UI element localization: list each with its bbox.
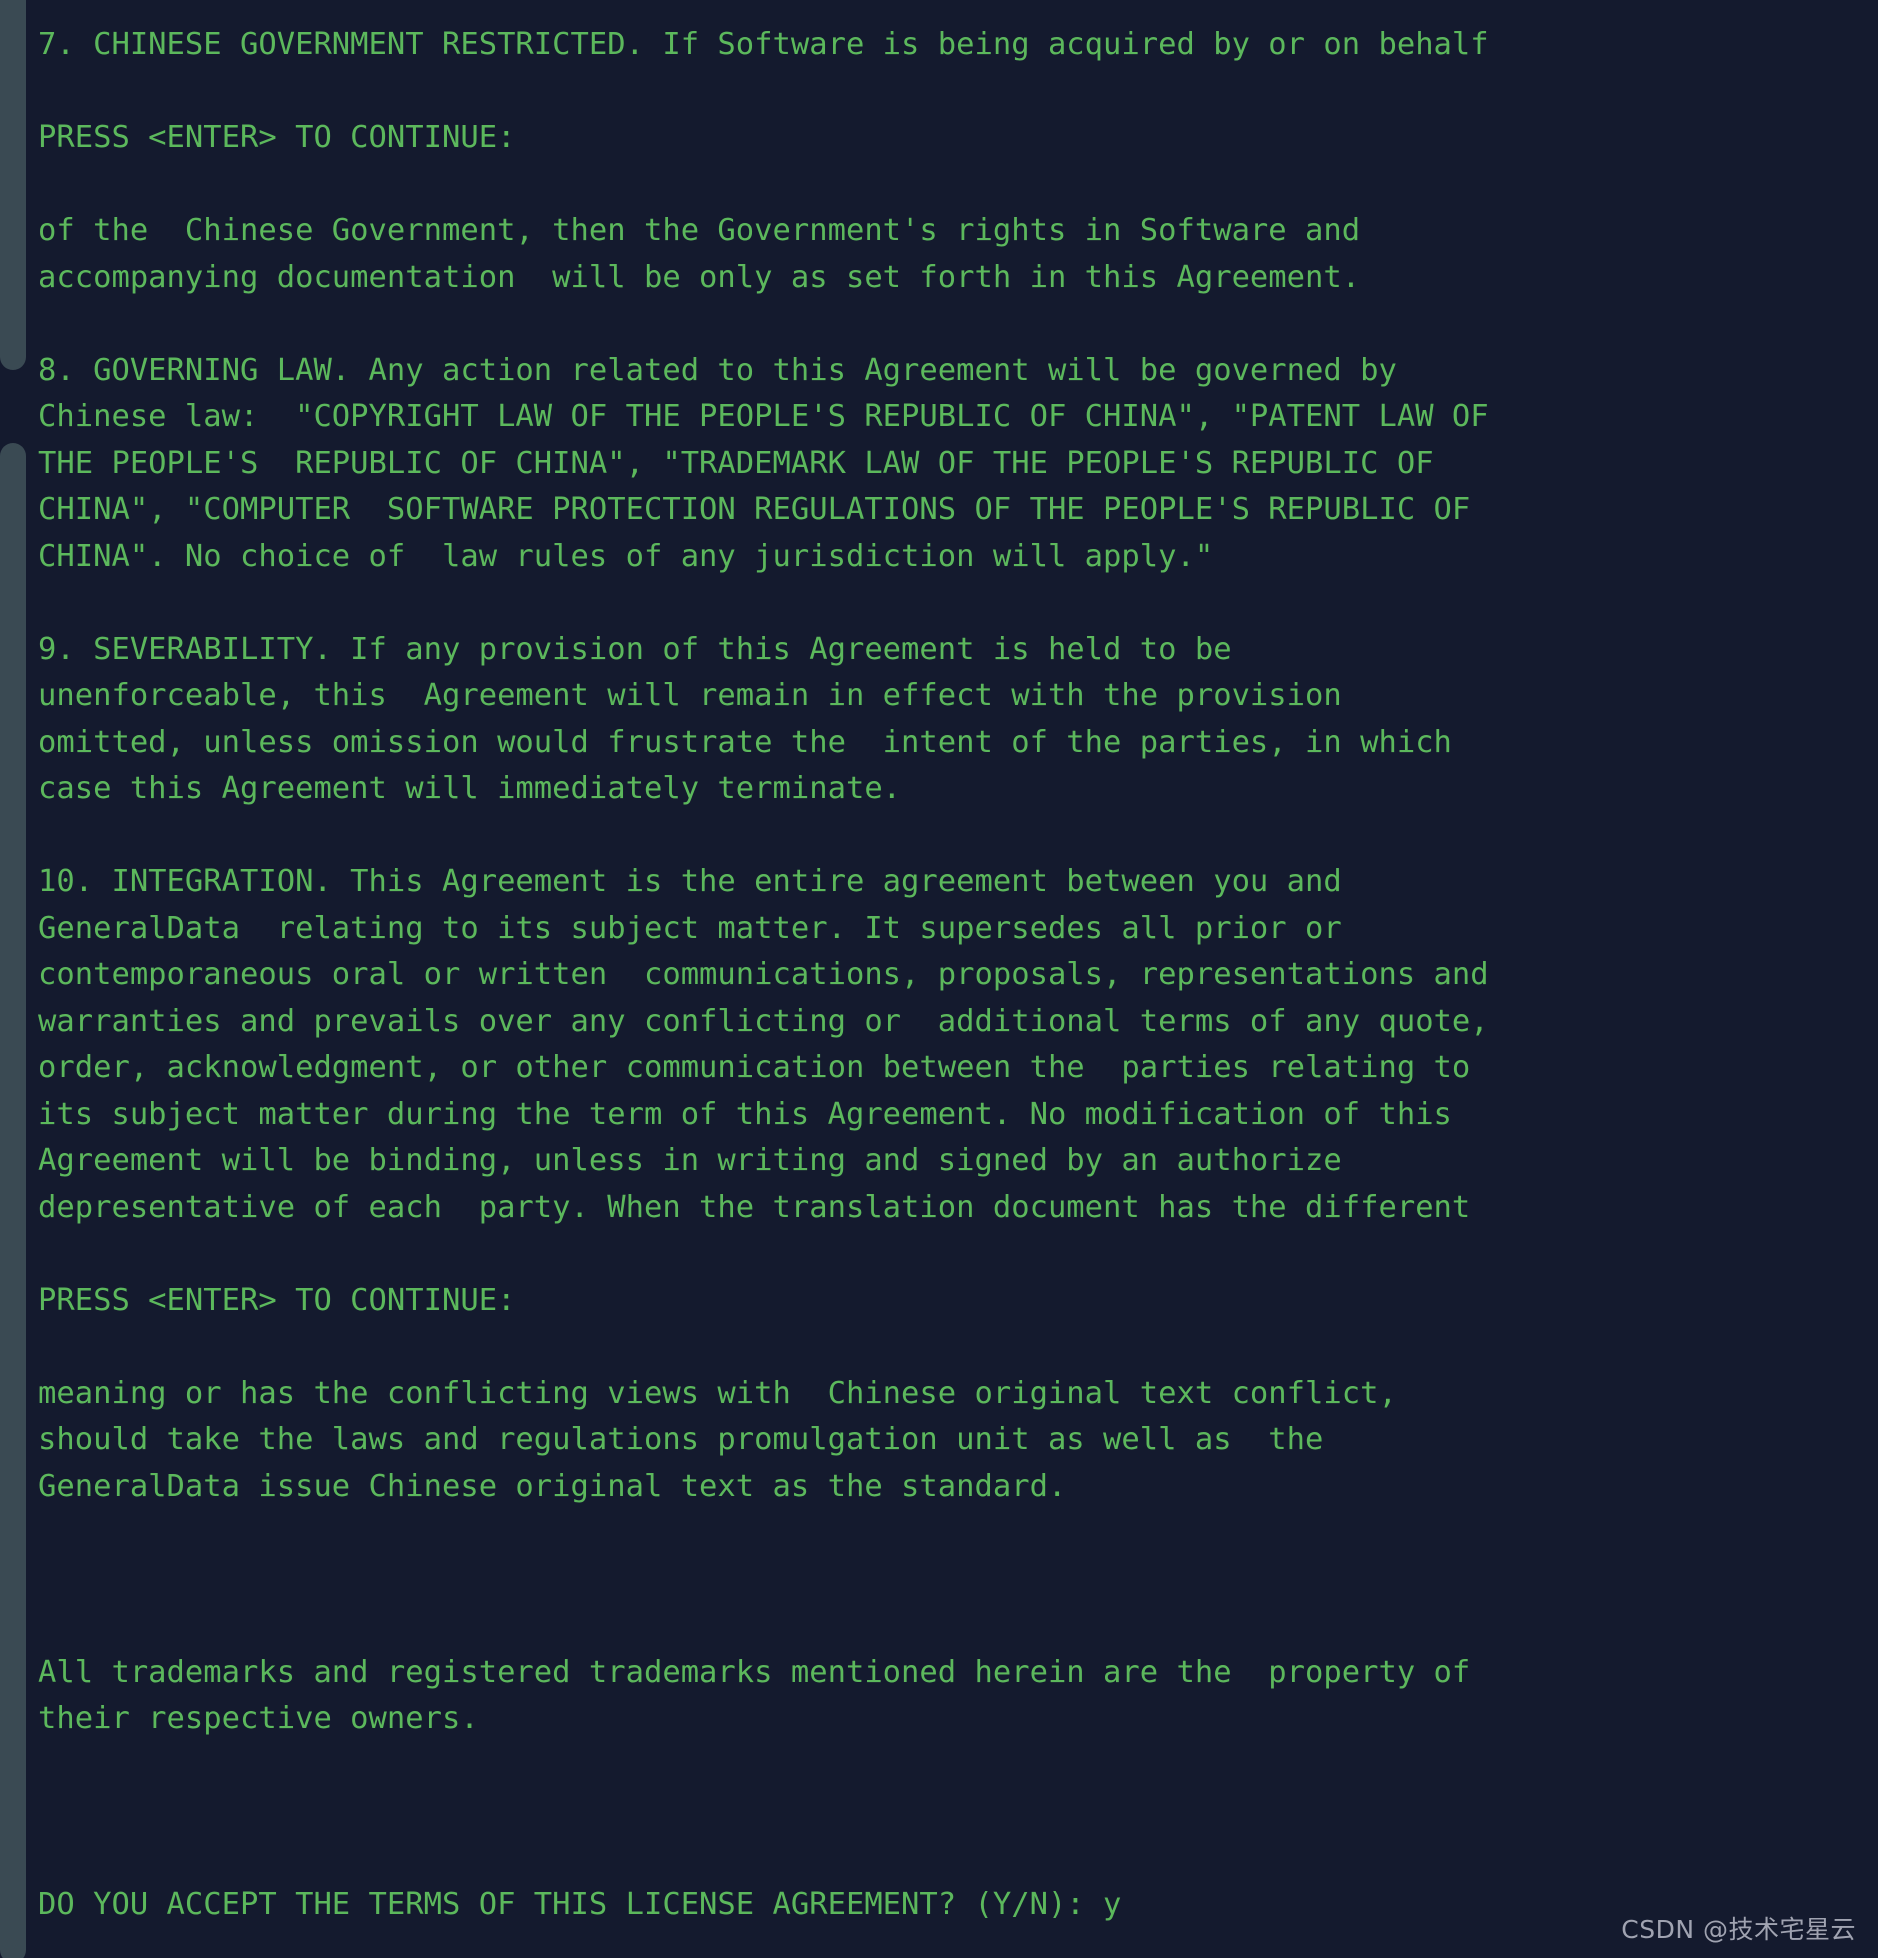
terminal-screen: 7. CHINESE GOVERNMENT RESTRICTED. If Sof… (0, 0, 1878, 1958)
terminal-line: THE PEOPLE'S REPUBLIC OF CHINA", "TRADEM… (38, 445, 1434, 481)
terminal-output[interactable]: 7. CHINESE GOVERNMENT RESTRICTED. If Sof… (38, 22, 1838, 1929)
terminal-line: DO YOU ACCEPT THE TERMS OF THIS LICENSE … (38, 1887, 1122, 1922)
terminal-line: CHINA". No choice of law rules of any ju… (38, 538, 1214, 574)
terminal-line: All trademarks and registered trademarks… (38, 1654, 1471, 1690)
scrollbar-thumb-upper[interactable] (0, 0, 26, 370)
terminal-line: its subject matter during the term of th… (38, 1096, 1452, 1132)
terminal-line: CHINA", "COMPUTER SOFTWARE PROTECTION RE… (38, 492, 1471, 527)
terminal-line: PRESS <ENTER> TO CONTINUE: (38, 120, 516, 155)
terminal-line: Agreement will be binding, unless in wri… (38, 1143, 1342, 1178)
terminal-line: omitted, unless omission would frustrate… (38, 724, 1452, 760)
terminal-line: Chinese law: "COPYRIGHT LAW OF THE PEOPL… (38, 399, 1489, 434)
terminal-line: contemporaneous oral or written communic… (38, 957, 1489, 992)
terminal-line: should take the laws and regulations pro… (38, 1422, 1324, 1457)
terminal-line: 7. CHINESE GOVERNMENT RESTRICTED. If Sof… (38, 27, 1489, 62)
vertical-scrollbar[interactable] (0, 0, 26, 1958)
terminal-line: order, acknowledgment, or other communic… (38, 1050, 1471, 1085)
terminal-line: accompanying documentation will be only … (38, 259, 1361, 295)
terminal-line: depresentative of each party. When the t… (38, 1189, 1471, 1225)
scrollbar-thumb-lower[interactable] (0, 443, 26, 1958)
terminal-line: 8. GOVERNING LAW. Any action related to … (38, 352, 1397, 388)
terminal-line: their respective owners. (38, 1701, 479, 1736)
terminal-line: 10. INTEGRATION. This Agreement is the e… (38, 864, 1342, 899)
terminal-line: case this Agreement will immediately ter… (38, 771, 902, 806)
terminal-line: of the Chinese Government, then the Gove… (38, 213, 1361, 248)
terminal-line: GeneralData relating to its subject matt… (38, 910, 1342, 946)
terminal-line: 9. SEVERABILITY. If any provision of thi… (38, 631, 1232, 667)
terminal-line: meaning or has the conflicting views wit… (38, 1375, 1397, 1411)
terminal-line: warranties and prevails over any conflic… (38, 1003, 1489, 1039)
terminal-line: PRESS <ENTER> TO CONTINUE: (38, 1282, 516, 1318)
csdn-watermark: CSDN @技术宅星云 (1621, 1915, 1856, 1944)
terminal-line: unenforceable, this Agreement will remai… (38, 678, 1342, 713)
terminal-line: GeneralData issue Chinese original text … (38, 1468, 1067, 1504)
